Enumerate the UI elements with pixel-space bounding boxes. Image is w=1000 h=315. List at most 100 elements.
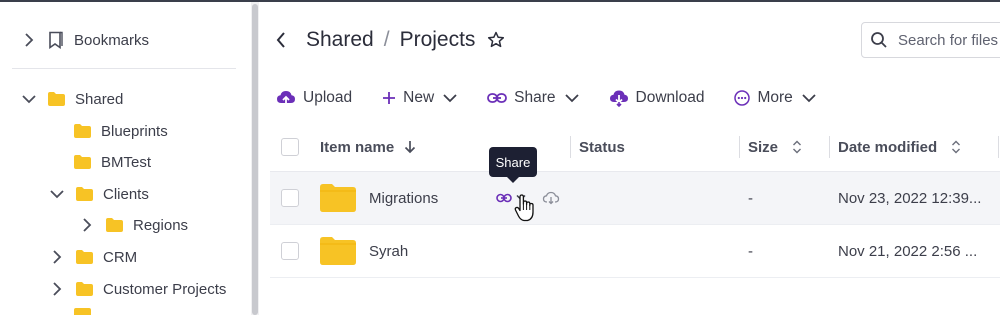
chevron-right-icon[interactable] [50, 250, 64, 264]
search-placeholder: Search for files [898, 31, 999, 49]
tooltip-text: Share [495, 154, 531, 170]
folder-icon [106, 218, 123, 232]
sidebar-item-shared[interactable]: Shared [22, 87, 123, 111]
column-divider[interactable] [739, 136, 740, 158]
sidebar-item-clients[interactable]: Clients [50, 182, 149, 206]
sidebar-item-regions[interactable]: Regions [80, 213, 188, 237]
share-label: Share [514, 89, 556, 106]
select-all-checkbox[interactable] [281, 138, 299, 156]
sidebar-item-label: Customer Projects [103, 280, 227, 298]
column-size[interactable]: Size [748, 122, 802, 172]
back-icon[interactable] [276, 32, 292, 48]
download-label: Download [635, 89, 705, 106]
folder-icon [74, 124, 91, 138]
sidebar-item-label: Shared [75, 90, 124, 108]
sidebar-item-label: Clients [103, 185, 149, 203]
column-label: Date modified [838, 138, 938, 156]
star-icon[interactable] [487, 31, 505, 49]
folder-icon [74, 308, 91, 315]
chevron-right-icon[interactable] [22, 33, 36, 47]
column-date-modified[interactable]: Date modified [838, 122, 961, 172]
new-button[interactable]: New [382, 89, 457, 107]
upload-label: Upload [303, 89, 353, 106]
cloud-download-icon[interactable] [542, 191, 560, 205]
sidebar-item-crm[interactable]: CRM [50, 245, 137, 269]
table-row[interactable]: Syrah - Nov 21, 2022 2:56 ... [270, 225, 1000, 278]
row-checkbox[interactable] [281, 189, 299, 207]
sidebar-item-label: CRM [103, 248, 138, 266]
sidebar-scrollbar[interactable] [251, 2, 259, 315]
item-date: Nov 21, 2022 2:56 ... [838, 225, 998, 278]
share-button[interactable]: Share [487, 89, 579, 107]
column-label: Size [748, 138, 779, 156]
row-checkbox[interactable] [281, 242, 299, 260]
chevron-down-icon [564, 93, 579, 103]
sidebar-item-label: Blueprints [101, 122, 168, 140]
sidebar-divider [12, 68, 236, 69]
new-label: New [403, 89, 435, 106]
item-size-text: - [748, 243, 753, 260]
sidebar-item-blueprints[interactable]: Blueprints [74, 119, 168, 143]
column-item-name[interactable]: Item name [320, 122, 416, 172]
share-tooltip: Share [489, 147, 537, 183]
sort-down-icon[interactable] [404, 140, 416, 154]
bookmark-icon [48, 31, 64, 49]
breadcrumb-separator: / [383, 28, 390, 51]
item-name-text: Syrah [369, 243, 409, 260]
folder-icon [76, 250, 93, 264]
column-divider[interactable] [998, 136, 999, 158]
plus-icon [382, 91, 396, 105]
chevron-down-icon [443, 93, 457, 103]
download-button[interactable]: Download [609, 89, 705, 107]
chevron-down-icon[interactable] [50, 187, 64, 201]
item-size: - [748, 172, 753, 225]
breadcrumb-shared[interactable]: Shared [306, 28, 374, 52]
sidebar-item-customer-projects[interactable]: Customer Projects [50, 277, 226, 301]
sidebar-item-label: BMTest [101, 153, 152, 171]
sidebar-item-bookmarks[interactable]: Bookmarks [22, 28, 149, 52]
folder-icon [320, 184, 356, 216]
breadcrumb-projects: Projects [399, 28, 476, 51]
column-status[interactable]: Status [579, 122, 625, 172]
sort-icon[interactable] [792, 140, 802, 154]
item-name[interactable]: Migrations [369, 172, 438, 225]
more-icon [734, 90, 751, 106]
chevron-right-icon[interactable] [50, 282, 64, 296]
folder-icon [76, 187, 93, 201]
folder-icon [320, 237, 356, 269]
chevron-down-icon[interactable] [22, 92, 36, 106]
chevron-right-icon[interactable] [80, 218, 94, 232]
table-header: Item name Status Size Date modified [270, 122, 1000, 172]
breadcrumb: Shared / Projects [276, 26, 505, 54]
chevron-down-icon [802, 93, 816, 103]
sidebar-item-label: Bookmarks [74, 31, 150, 49]
sidebar-item-partial[interactable] [50, 306, 240, 315]
hand-cursor-icon [513, 193, 537, 223]
link-icon[interactable] [496, 192, 512, 204]
link-icon [487, 92, 508, 104]
folder-icon [74, 155, 91, 169]
main-panel: Shared / Projects Search for files Uploa… [260, 2, 1000, 315]
upload-button[interactable]: Upload [276, 89, 352, 107]
column-label: Status [579, 138, 625, 156]
table-row[interactable]: Migrations - Nov 23, 2022 12:39... [270, 172, 1000, 225]
item-name[interactable]: Syrah [369, 225, 408, 278]
column-divider[interactable] [829, 136, 830, 158]
column-divider[interactable] [570, 136, 571, 158]
folder-icon [76, 282, 93, 296]
item-date-text: Nov 21, 2022 2:56 ... [838, 243, 978, 260]
more-button[interactable]: More [734, 89, 816, 107]
scrollbar-thumb[interactable] [252, 4, 258, 315]
item-name-text: Migrations [369, 190, 439, 207]
folder-icon [48, 92, 65, 106]
upload-icon [276, 89, 296, 107]
sidebar-item-bmtest[interactable]: BMTest [74, 150, 151, 174]
item-size-text: - [748, 190, 753, 207]
sort-icon[interactable] [951, 140, 961, 154]
search-input[interactable]: Search for files [861, 22, 1000, 58]
sidebar-item-label: Regions [133, 216, 189, 234]
search-icon [870, 31, 888, 49]
sidebar: Bookmarks Shared Blueprints BMTest Clien… [0, 2, 252, 315]
item-size: - [748, 225, 753, 278]
column-label: Item name [320, 138, 395, 156]
